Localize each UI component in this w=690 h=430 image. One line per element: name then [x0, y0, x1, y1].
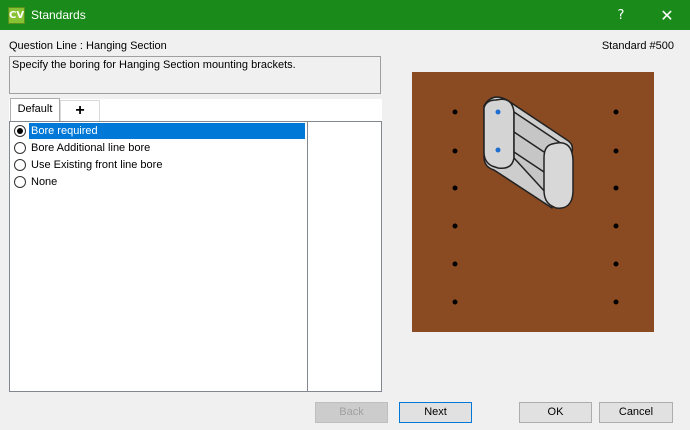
option-bore-required[interactable]: Bore required	[13, 123, 305, 139]
title-bar: CV Standards ? ✕	[0, 0, 690, 31]
ok-button[interactable]: OK	[519, 402, 592, 423]
cancel-button[interactable]: Cancel	[599, 402, 673, 423]
option-label: Bore required	[29, 123, 305, 139]
options-list: Bore required Bore Additional line bore …	[9, 121, 382, 392]
next-button[interactable]: Next	[399, 402, 472, 423]
option-use-existing-front-line-bore[interactable]: Use Existing front line bore	[13, 157, 305, 173]
preview-image	[412, 72, 654, 332]
question-line-label: Question Line : Hanging Section	[9, 40, 167, 52]
radio-button[interactable]	[14, 142, 26, 154]
radio-button[interactable]	[14, 176, 26, 188]
option-label: Use Existing front line bore	[31, 159, 163, 171]
radio-button[interactable]	[14, 159, 26, 171]
option-label: Bore Additional line bore	[31, 142, 151, 154]
tab-strip: Default +	[9, 98, 382, 121]
bracket-illustration	[452, 96, 619, 305]
tab-default[interactable]: Default	[10, 98, 60, 121]
option-bore-additional-line-bore[interactable]: Bore Additional line bore	[13, 140, 305, 156]
description-box: Specify the boring for Hanging Section m…	[9, 56, 381, 94]
add-tab-button[interactable]: +	[60, 100, 100, 121]
close-button[interactable]: ✕	[644, 0, 690, 31]
standard-number-label: Standard #500	[601, 40, 674, 52]
help-button[interactable]: ?	[598, 0, 644, 31]
list-divider	[307, 122, 308, 391]
radio-button[interactable]	[14, 125, 26, 137]
option-none[interactable]: None	[13, 174, 305, 190]
window-title: Standards	[31, 8, 86, 22]
back-button[interactable]: Back	[315, 402, 388, 423]
app-icon: CV	[8, 7, 25, 24]
option-label: None	[31, 176, 58, 188]
